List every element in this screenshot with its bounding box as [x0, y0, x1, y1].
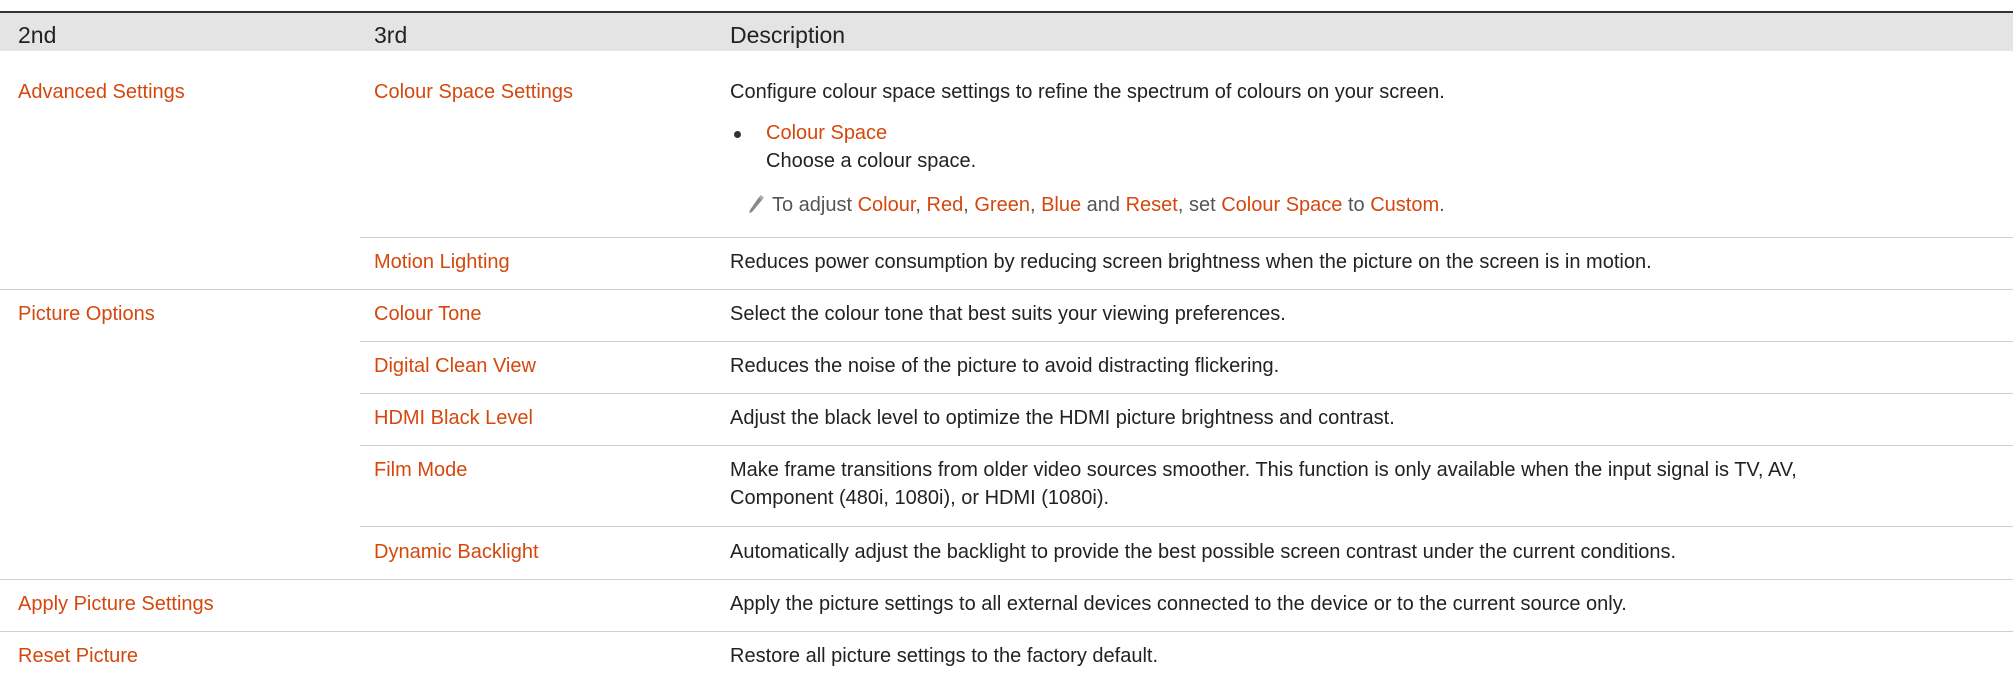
row-colour-space-settings-label[interactable]: Colour Space Settings — [374, 79, 573, 105]
bullet-colour-space-text: Choose a colour space. — [766, 150, 977, 172]
row-film-mode-description-line1: Make frame transitions from older video … — [730, 459, 1797, 481]
note-colour-space-custom: To adjust Colour, Red, Green, Blue and R… — [772, 194, 1445, 216]
row-divider — [0, 289, 2013, 290]
row-divider — [360, 341, 2013, 342]
row-divider — [0, 631, 2013, 632]
bullet-dot — [734, 131, 741, 138]
row-reset-picture-description: Restore all picture settings to the fact… — [730, 645, 1158, 667]
row-divider — [360, 393, 2013, 394]
row-reset-picture-label[interactable]: Reset Picture — [18, 643, 138, 669]
row-divider — [360, 445, 2013, 446]
row-motion-lighting-description: Reduces power consumption by reducing sc… — [730, 251, 1652, 273]
bullet-colour-space-title[interactable]: Colour Space — [766, 120, 887, 146]
row-film-mode-description-line2: Component (480i, 1080i), or HDMI (1080i)… — [730, 487, 1110, 509]
row-film-mode-label[interactable]: Film Mode — [374, 457, 467, 483]
header-2nd: 2nd — [18, 22, 57, 48]
row-digital-clean-view-label[interactable]: Digital Clean View — [374, 353, 536, 379]
row-advanced-settings-label[interactable]: Advanced Settings — [18, 79, 185, 105]
header-3rd: 3rd — [374, 22, 408, 48]
row-hdmi-black-level-label[interactable]: HDMI Black Level — [374, 405, 533, 431]
row-colour-space-settings-description: Configure colour space settings to refin… — [730, 81, 1445, 103]
row-hdmi-black-level-description: Adjust the black level to optimize the H… — [730, 407, 1395, 429]
row-digital-clean-view-description: Reduces the noise of the picture to avoi… — [730, 355, 1280, 377]
row-colour-tone-description: Select the colour tone that best suits y… — [730, 303, 1286, 325]
row-motion-lighting-label[interactable]: Motion Lighting — [374, 249, 510, 275]
row-divider — [360, 237, 2013, 238]
row-dynamic-backlight-label[interactable]: Dynamic Backlight — [374, 539, 539, 565]
row-dynamic-backlight-description: Automatically adjust the backlight to pr… — [730, 541, 1677, 563]
pencil-icon — [747, 194, 765, 214]
row-colour-tone-label[interactable]: Colour Tone — [374, 301, 481, 327]
row-divider — [0, 579, 2013, 580]
header-description: Description — [730, 22, 846, 48]
row-picture-options-label[interactable]: Picture Options — [18, 301, 155, 327]
row-apply-picture-settings-description: Apply the picture settings to all extern… — [730, 593, 1627, 615]
row-divider — [360, 526, 2013, 527]
row-apply-picture-settings-label[interactable]: Apply Picture Settings — [18, 591, 214, 617]
table-header: 2nd 3rd Description — [0, 11, 2013, 51]
